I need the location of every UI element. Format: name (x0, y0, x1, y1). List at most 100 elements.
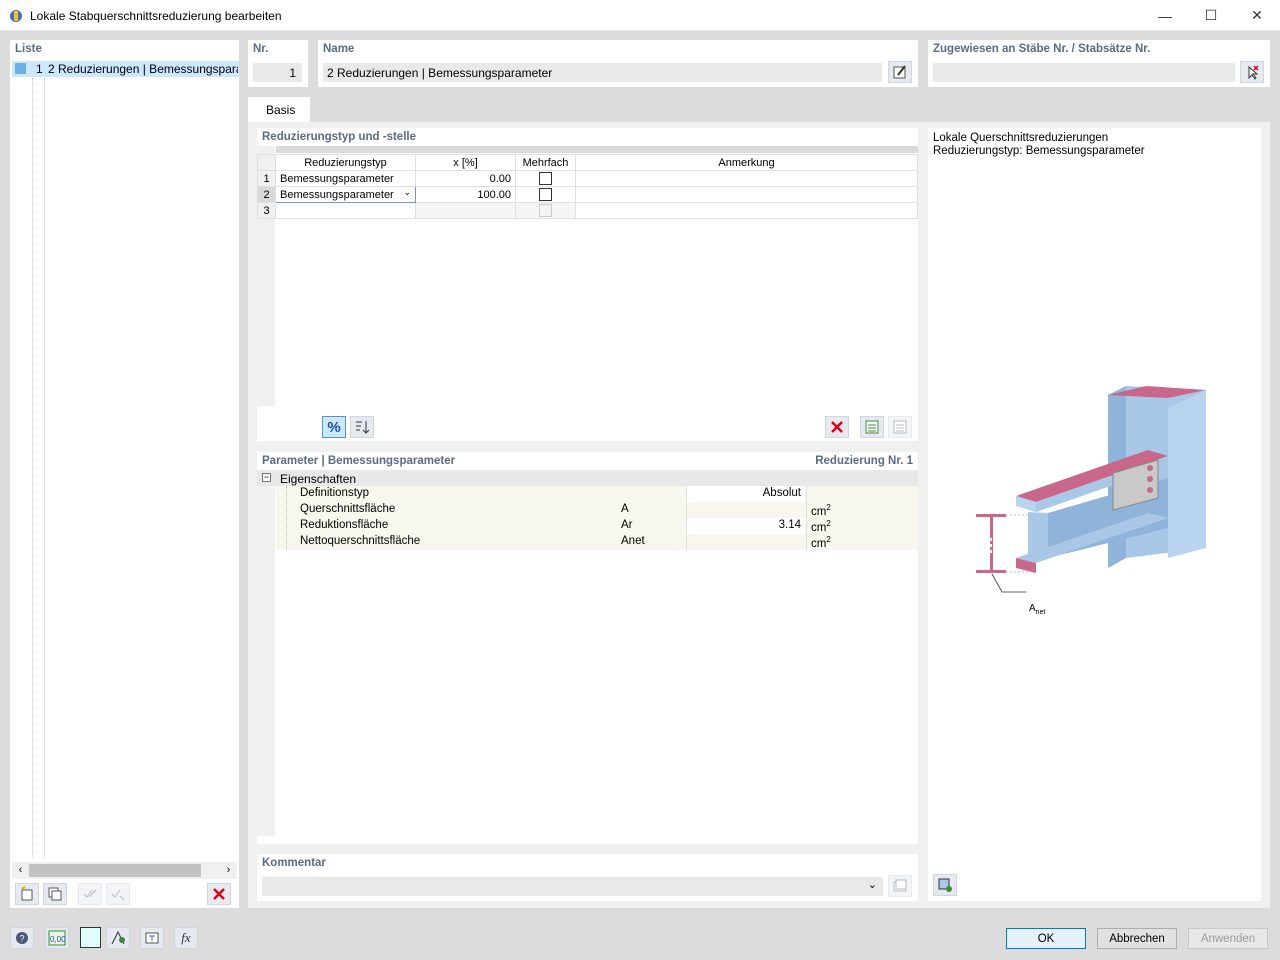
chevron-down-icon[interactable]: ⌄ (403, 187, 411, 198)
scroll-left-icon[interactable]: ‹ (12, 862, 29, 879)
group-header[interactable]: − Eigenschaften (257, 470, 918, 486)
cell-type-dropdown[interactable]: Bemessungsparameter ⌄ (275, 186, 416, 203)
help-icon: ? (16, 932, 28, 944)
multiple-checkbox[interactable] (539, 204, 552, 217)
list-item[interactable]: 1 2 Reduzierungen | Bemessungsparam (12, 61, 239, 77)
cell-type[interactable] (275, 202, 416, 219)
param-unit: cm2 (811, 535, 831, 550)
section-button[interactable] (140, 927, 164, 949)
assigned-field[interactable] (933, 63, 1235, 82)
ok-button[interactable]: OK (1006, 928, 1086, 949)
reductions-title: Reduzierungstyp und -stelle (262, 131, 416, 143)
col-header-x: x [%] (415, 154, 516, 171)
decimal-icon: 0,00 (48, 930, 66, 946)
check-icon (83, 889, 97, 898)
param-value[interactable] (687, 502, 805, 518)
help-button[interactable]: ? (10, 927, 34, 949)
copy-item-button[interactable] (43, 883, 67, 905)
table-export-icon (865, 420, 879, 434)
row-number: 1 (257, 170, 276, 187)
library-icon (893, 879, 907, 892)
cell-x[interactable]: 0.00 (415, 170, 516, 187)
list-item-nr: 1 (36, 62, 43, 76)
name-field[interactable]: 2 Reduzierungen | Bemessungsparameter (323, 63, 882, 82)
comment-field[interactable]: ⌄ (262, 877, 883, 896)
multiple-checkbox[interactable] (539, 172, 552, 185)
param-value[interactable]: 3.14 (687, 518, 805, 534)
param-value[interactable] (687, 534, 805, 550)
column-divider (806, 486, 807, 550)
apply-button[interactable]: Anwenden (1188, 928, 1268, 949)
param-symbol: A (621, 503, 629, 515)
multiple-checkbox[interactable] (539, 188, 552, 201)
param-gutter (257, 470, 275, 836)
view-button[interactable] (106, 927, 130, 949)
formula-button[interactable]: fx (174, 927, 198, 949)
cancel-button[interactable]: Abbrechen (1097, 928, 1177, 949)
delete-row-button[interactable] (825, 416, 849, 438)
cell-type-value: Bemessungsparameter (280, 188, 394, 201)
cell-multiple[interactable] (515, 170, 576, 187)
edit-name-button[interactable] (888, 61, 912, 83)
tree-guide (32, 78, 33, 858)
col-header-comment: Anmerkung (575, 154, 918, 171)
percent-icon: % (327, 418, 341, 436)
percent-toggle-button[interactable]: % (322, 416, 346, 438)
cell-multiple[interactable] (515, 202, 576, 219)
color-button[interactable] (80, 927, 101, 948)
import-button[interactable] (888, 416, 912, 438)
table-row[interactable]: 2 Bemessungsparameter ⌄ 100.00 (257, 186, 918, 203)
table-row[interactable]: 1 Bemessungsparameter 0.00 (257, 170, 918, 187)
cell-x[interactable]: 100.00 (415, 186, 516, 203)
export-button[interactable] (860, 416, 884, 438)
row-number: 2 (257, 186, 276, 203)
new-icon (21, 886, 33, 901)
sort-button[interactable] (350, 416, 374, 438)
color-swatch (15, 63, 26, 74)
nr-panel: Nr. 1 (248, 40, 308, 87)
view-icon (111, 930, 125, 945)
check-button[interactable] (78, 883, 102, 905)
title-bar: Lokale Stabquerschnittsreduzierung bearb… (0, 0, 1280, 31)
param-symbol: Anet (621, 535, 645, 547)
tab-basis[interactable]: Basis (248, 97, 310, 122)
cell-type[interactable]: Bemessungsparameter (275, 170, 416, 187)
name-panel: Name 2 Reduzierungen | Bemessungsparamet… (318, 40, 918, 87)
cell-comment[interactable] (575, 170, 918, 187)
horizontal-scrollbar[interactable]: ‹ › (12, 862, 237, 879)
param-value-dropdown[interactable]: Absolut (687, 486, 805, 502)
minimize-button[interactable]: — (1142, 0, 1188, 31)
select-members-button[interactable] (1240, 61, 1264, 83)
cell-x[interactable] (415, 202, 516, 219)
collapse-icon[interactable]: − (262, 473, 271, 482)
cell-comment[interactable] (575, 186, 918, 203)
parameters-panel: Parameter | Bemessungsparameter Reduzier… (257, 452, 918, 844)
maximize-button[interactable]: ☐ (1188, 0, 1234, 31)
param-name: Querschnittsfläche (300, 503, 396, 515)
param-name: Nettoquerschnittsfläche (300, 535, 421, 547)
row-header-corner (257, 154, 276, 171)
param-rows: Definitionstyp Absolut Querschnittsfläch… (276, 486, 918, 550)
cell-comment[interactable] (575, 202, 918, 219)
new-item-button[interactable] (15, 883, 39, 905)
units-button[interactable]: 0,00 (45, 927, 69, 949)
param-symbol: Ar (621, 519, 633, 531)
formula-icon: fx (181, 930, 191, 945)
uncheck-icon (111, 889, 125, 901)
comment-library-button[interactable] (888, 875, 912, 897)
uncheck-button[interactable] (106, 883, 130, 905)
table-import-icon (893, 420, 907, 434)
delete-item-button[interactable] (207, 883, 231, 905)
close-window-button[interactable]: ✕ (1234, 0, 1280, 31)
sort-icon (356, 421, 370, 434)
table-row[interactable]: 3 (257, 202, 918, 219)
scroll-right-icon[interactable]: › (220, 862, 237, 879)
scrollbar-thumb[interactable] (29, 864, 201, 877)
reductions-table: Reduzierungstyp x [%] Mehrfach Anmerkung… (257, 154, 918, 219)
cell-multiple[interactable] (515, 186, 576, 203)
preview-options-button[interactable] (933, 874, 957, 896)
nr-field[interactable]: 1 (253, 63, 302, 82)
param-name: Reduktionsfläche (300, 519, 389, 531)
chevron-down-icon[interactable]: ⌄ (868, 878, 877, 891)
delete-icon (831, 421, 843, 433)
